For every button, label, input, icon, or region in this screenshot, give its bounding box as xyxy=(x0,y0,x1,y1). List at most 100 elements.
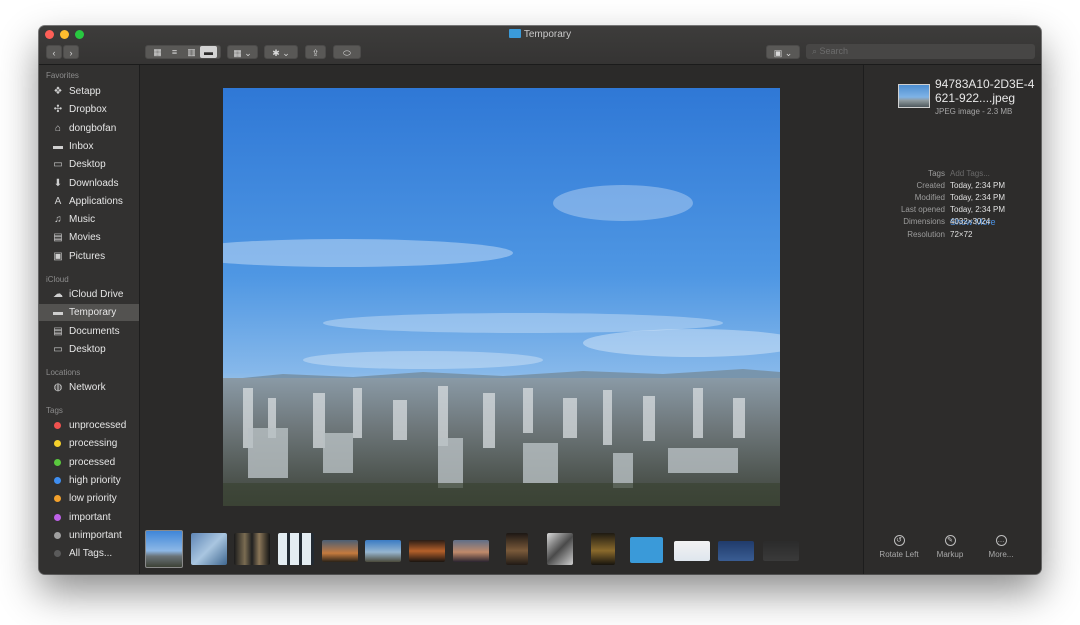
sidebar-item-applications[interactable]: A Applications xyxy=(39,193,139,210)
dropbox-icon: ✣ xyxy=(53,104,63,116)
action-label: Markup xyxy=(936,550,964,559)
gallery-preview xyxy=(140,65,863,574)
sidebar-tag-low-priority[interactable]: low priority xyxy=(39,490,139,507)
pictures-icon: ▣ xyxy=(53,250,63,262)
markup-icon: ✎ xyxy=(944,535,956,546)
info-pane: 94783A10-2D3E-4621-922....jpeg JPEG imag… xyxy=(863,65,1041,574)
sidebar-item-icloud-icloud-drive[interactable]: ☁ iCloud Drive xyxy=(39,286,139,303)
thumbnail[interactable] xyxy=(322,540,358,562)
sidebar-tag-processed[interactable]: processed xyxy=(39,454,139,471)
tag-color-dot-icon xyxy=(54,531,61,539)
sidebar-item-label: unimportant xyxy=(69,529,122,541)
sidebar-tag-unimportant[interactable]: unimportant xyxy=(39,527,139,544)
sidebar-tag-all-tags[interactable]: All Tags... xyxy=(39,545,139,562)
thumbnail[interactable] xyxy=(453,540,489,562)
icon-view-icon[interactable]: ▦ xyxy=(149,46,166,58)
meta-value: Today, 2:34 PM xyxy=(950,181,1005,191)
preview-image[interactable] xyxy=(223,88,780,506)
sidebar-tag-high-priority[interactable]: high priority xyxy=(39,472,139,489)
sidebar-item-pictures[interactable]: ▣ Pictures xyxy=(39,248,139,265)
dropbox-menu-button[interactable]: ▣ ⌄ xyxy=(766,45,800,59)
group-button[interactable]: ▦ ⌄ xyxy=(227,45,258,59)
thumbnail[interactable] xyxy=(591,533,615,565)
window-title: Temporary xyxy=(39,29,1041,41)
sidebar-item-music[interactable]: ♫ Music xyxy=(39,211,139,228)
back-button[interactable]: ‹ xyxy=(46,45,62,59)
forward-button[interactable]: › xyxy=(63,45,79,59)
sidebar-item-label: processing xyxy=(69,438,118,450)
desktop-icon: ▭ xyxy=(53,343,63,355)
window-title-text: Temporary xyxy=(523,29,572,40)
sidebar-item-label: iCloud Drive xyxy=(69,289,124,300)
view-mode-control[interactable]: ▦ ≡ ▥ ▬ xyxy=(145,45,221,59)
sidebar-item-icloud-desktop[interactable]: ▭ Desktop xyxy=(39,341,139,358)
share-button[interactable]: ⇪ xyxy=(305,45,326,59)
edit-tags-button[interactable]: ⬭ xyxy=(333,45,361,59)
sidebar-item-inbox[interactable]: ▬ Inbox xyxy=(39,138,139,155)
sidebar-tag-processing[interactable]: processing xyxy=(39,435,139,452)
meta-key: Last opened xyxy=(900,205,945,215)
meta-key: Resolution xyxy=(907,229,945,239)
gallery-view-icon[interactable]: ▬ xyxy=(200,46,217,58)
thumbnail[interactable] xyxy=(365,540,401,562)
sidebar-item-label: Movies xyxy=(69,232,101,244)
thumbnail[interactable] xyxy=(278,533,314,565)
home-icon: ⌂ xyxy=(54,122,62,134)
meta-row-resolution: Resolution 72×72 xyxy=(864,229,1041,241)
sidebar-item-desktop[interactable]: ▭ Desktop xyxy=(39,156,139,173)
sidebar-item-label: All Tags... xyxy=(69,548,113,560)
column-view-icon[interactable]: ▥ xyxy=(183,46,200,58)
markup-button[interactable]: ✎ Markup xyxy=(925,535,975,559)
sidebar-tag-unprocessed[interactable]: unprocessed xyxy=(39,417,139,434)
sidebar-item-label: Setapp xyxy=(69,86,101,97)
sidebar-item-label: low priority xyxy=(69,493,117,505)
sidebar-item-icloud-temporary[interactable]: ▬ Temporary xyxy=(39,304,139,322)
add-tags-field[interactable]: Add Tags... xyxy=(950,168,990,180)
sidebar-item-network[interactable]: ◍ Network xyxy=(39,379,139,396)
meta-key: Dimensions xyxy=(903,217,945,227)
sidebar-tag-important[interactable]: important xyxy=(39,509,139,526)
sidebar-item-setapp[interactable]: ❖ Setapp xyxy=(39,83,139,100)
thumbnail[interactable] xyxy=(674,541,710,561)
meta-row-dimensions: Dimensions 4032×3024 xyxy=(864,216,1041,228)
sidebar-item-label: high priority xyxy=(69,474,121,486)
thumbnail[interactable] xyxy=(547,533,573,565)
meta-value: 72×72 xyxy=(950,229,973,239)
sidebar-item-dropbox[interactable]: ✣ Dropbox xyxy=(39,101,139,118)
thumbnail-strip xyxy=(144,528,859,568)
folder-thumbnail[interactable] xyxy=(630,537,663,563)
thumbnail[interactable] xyxy=(763,541,799,561)
thumbnail[interactable] xyxy=(191,533,227,565)
meta-key: Tags xyxy=(928,169,945,178)
file-thumbnail xyxy=(898,84,930,108)
thumbnail[interactable] xyxy=(718,541,754,561)
thumbnail[interactable] xyxy=(409,540,445,562)
search-placeholder: Search xyxy=(819,46,849,56)
thumbnail[interactable] xyxy=(506,533,528,565)
sidebar-item-downloads[interactable]: ⬇ Downloads xyxy=(39,175,139,192)
tag-color-dot-icon xyxy=(54,476,61,484)
action-label: More... xyxy=(988,550,1014,559)
list-view-icon[interactable]: ≡ xyxy=(166,46,183,58)
meta-value: 4032×3024 xyxy=(950,217,991,227)
tag-color-dot-icon xyxy=(54,422,61,429)
meta-row-modified: Modified Today, 2:34 PM xyxy=(864,192,1041,204)
action-label: Rotate Left xyxy=(879,550,919,559)
action-gear-button[interactable]: ✱ ⌄ xyxy=(264,45,298,59)
sidebar-item-icloud-documents[interactable]: ▤ Documents xyxy=(39,323,139,340)
search-field[interactable]: ⌕ Search xyxy=(806,44,1035,59)
sidebar-item-dongbofan[interactable]: ⌂ dongbofan xyxy=(39,120,139,137)
folder-icon: ▬ xyxy=(53,307,63,319)
sidebar-item-movies[interactable]: ▤ Movies xyxy=(39,229,139,246)
thumbnail[interactable] xyxy=(234,533,270,565)
downloads-icon: ⬇ xyxy=(53,177,63,189)
tags-header: Tags xyxy=(46,406,63,415)
thumbnail-selected[interactable] xyxy=(145,530,183,568)
rotate-left-button[interactable]: ↺ Rotate Left xyxy=(874,535,924,559)
sidebar-item-label: Applications xyxy=(69,195,123,207)
sidebar-item-label: Desktop xyxy=(69,343,106,355)
setapp-icon: ❖ xyxy=(53,86,63,97)
meta-row-created: Created Today, 2:34 PM xyxy=(864,180,1041,192)
more-button[interactable]: … More... xyxy=(976,535,1026,559)
rotate-left-icon: ↺ xyxy=(893,535,905,546)
